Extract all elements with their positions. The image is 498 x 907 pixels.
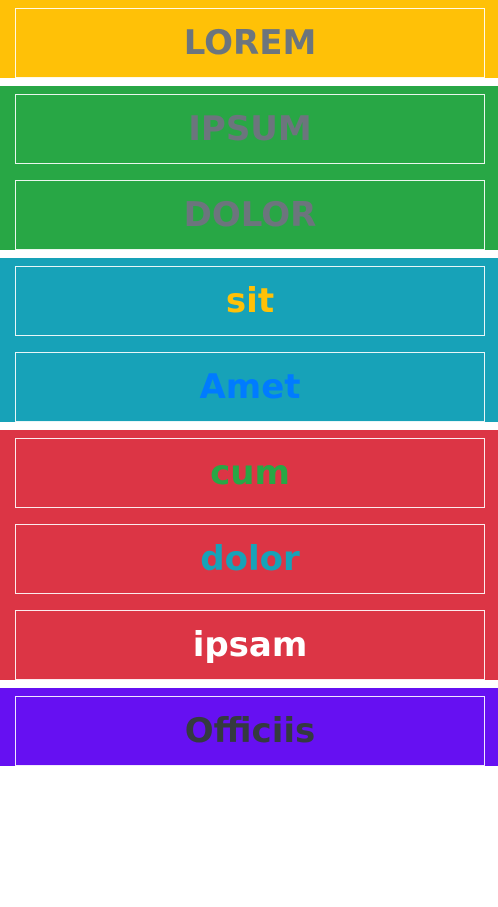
section-red: cum dolor ipsam [0, 430, 498, 680]
section-green: IPSUM DOLOR [0, 86, 498, 250]
item-amet: Amet [15, 352, 485, 422]
item-ipsam: ipsam [15, 610, 485, 680]
item-sit: sit [15, 266, 485, 336]
item-dolor-upper: DOLOR [15, 180, 485, 250]
section-yellow: LOREM [0, 0, 498, 78]
section-teal: sit Amet [0, 258, 498, 422]
item-dolor-lower: dolor [15, 524, 485, 594]
section-purple: Officiis [0, 688, 498, 766]
item-ipsum: IPSUM [15, 94, 485, 164]
item-officiis: Officiis [15, 696, 485, 766]
item-lorem: LOREM [15, 8, 485, 78]
color-stack: LOREM IPSUM DOLOR sit Amet cum dolor ips… [0, 0, 498, 766]
item-cum: cum [15, 438, 485, 508]
